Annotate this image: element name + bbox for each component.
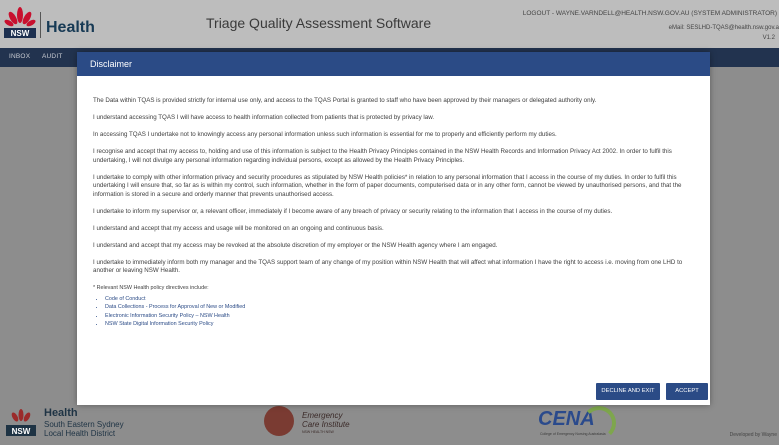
policy-link-code-of-conduct[interactable]: Code of Conduct [105, 295, 699, 303]
support-email: eMail: SESLHD-TQAS@health.nsw.gov.a [668, 25, 779, 31]
logout-user-link[interactable]: LOGOUT - WAYNE.VARNDELL@HEALTH.NSW.GOV.A… [523, 10, 777, 17]
policy-link-label[interactable]: Code of Conduct [105, 296, 145, 302]
page-footer: NSW Health South Eastern Sydney Local He… [0, 398, 779, 445]
eci-line2: Care Institute [302, 420, 350, 429]
eci-line3: NSW HEALTH NSW [302, 430, 334, 434]
policy-list: Code of Conduct Data Collections - Proce… [93, 295, 699, 329]
disclaimer-paragraph: The Data within TQAS is provided strictl… [93, 97, 597, 104]
nav-item-inbox[interactable]: INBOX [9, 53, 30, 60]
modal-body: The Data within TQAS is provided strictl… [93, 97, 699, 328]
footer-health-label: Health [44, 407, 78, 419]
decline-and-exit-button[interactable]: DECLINE AND EXIT [596, 383, 660, 400]
modal-title: Disclaimer [90, 59, 133, 69]
nsw-footer-logo-icon: NSW [6, 409, 36, 436]
disclaimer-paragraph: I understand and accept that my access m… [93, 241, 498, 249]
policy-note: * Relevant NSW Health policy directives … [93, 285, 209, 292]
footer-district-line1: South Eastern Sydney [44, 420, 124, 429]
nsw-waratah-logo-icon: NSW [4, 7, 36, 38]
cena-subtitle: College of Emergency Nursing Australasia [540, 432, 606, 436]
policy-link-data-collections[interactable]: Data Collections - Process for Approval … [105, 303, 699, 311]
eci-logo-icon [264, 406, 294, 436]
policy-link-label[interactable]: Data Collections - Process for Approval … [105, 304, 245, 310]
disclaimer-paragraph: I understand and accept that my access a… [93, 224, 384, 232]
disclaimer-paragraph: I understand accessing TQAS I will have … [93, 113, 435, 121]
svg-text:NSW: NSW [12, 427, 31, 436]
disclaimer-modal: Disclaimer The Data within TQAS is provi… [77, 52, 710, 405]
footer-district-line2: Local Health District [44, 429, 116, 438]
logo-divider [40, 12, 41, 38]
disclaimer-paragraph: I recognise and accept that my access to… [93, 147, 672, 164]
disclaimer-paragraph: I undertake to immediately inform both m… [93, 258, 683, 275]
policy-link-label[interactable]: NSW State Digital Information Security P… [105, 321, 213, 327]
policy-link-label[interactable]: Electronic Information Security Policy –… [105, 313, 230, 319]
svg-text:NSW: NSW [11, 29, 30, 38]
nav-item-audit[interactable]: AUDIT [42, 53, 63, 60]
disclaimer-paragraph: I undertake to inform my supervisor or, … [93, 207, 613, 215]
policy-link-state-digital-security[interactable]: NSW State Digital Information Security P… [105, 320, 699, 328]
disclaimer-paragraph: I undertake to comply with other informa… [93, 173, 682, 198]
app-header: NSW Health Triage Quality Assessment Sof… [0, 0, 779, 48]
policy-link-electronic-security[interactable]: Electronic Information Security Policy –… [105, 312, 699, 320]
accept-button[interactable]: ACCEPT [666, 383, 708, 400]
developed-by: Developed by Wayne [729, 432, 777, 438]
modal-header: Disclaimer [77, 52, 710, 76]
app-version: V1.2 [762, 35, 775, 41]
health-brand-label: Health [46, 19, 95, 36]
eci-line1: Emergency [302, 411, 343, 420]
disclaimer-paragraph: In accessing TQAS I undertake not to kno… [93, 130, 557, 138]
app-title: Triage Quality Assessment Software [206, 15, 432, 31]
